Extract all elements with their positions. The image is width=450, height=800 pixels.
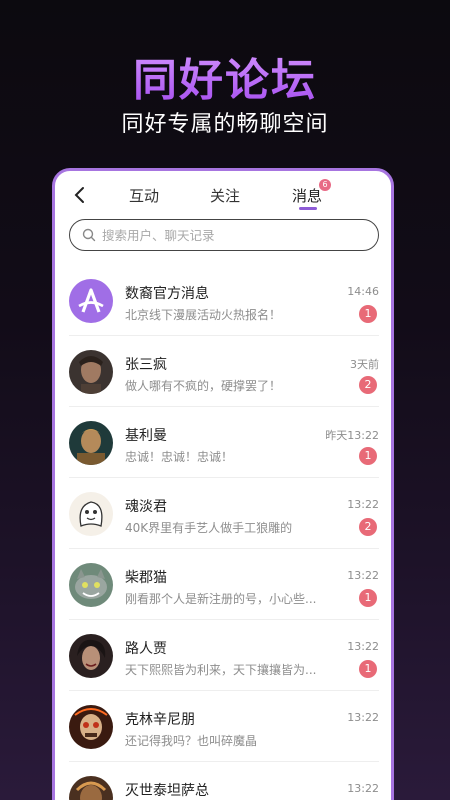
message-row[interactable]: 数裔官方消息 北京线下漫展活动火热报名！ 14:46 1 [69,265,379,336]
contact-name: 路人贾 [125,641,167,657]
unread-badge: 2 [359,518,377,536]
message-time: 3天前 [350,358,379,371]
contact-name: 张三疯 [125,357,167,373]
message-row[interactable]: 柴郡猫 刚看那个人是新注册的号，小心些... 13:22 1 [69,549,379,620]
tab-messages[interactable]: 消息 [292,185,322,206]
message-time: 昨天13:22 [325,429,379,442]
tab-following[interactable]: 关注 [210,185,240,206]
message-preview: 天下熙熙皆为利来，天下攘攘皆为... [125,663,317,677]
message-preview: 做人哪有不疯的，硬撑罢了！ [125,379,282,393]
message-row[interactable]: 魂淡君 40K界里有手艺人做手工狼雕的 13:22 2 [69,478,379,549]
search-input[interactable] [102,227,352,243]
message-time: 14:46 [347,285,379,298]
contact-name: 魂淡君 [125,499,167,515]
tab-bar: 互动 关注 消息 6 [55,171,391,221]
chevron-left-icon [74,187,84,203]
hero-title: 同好论坛 [0,44,450,108]
tab-active-indicator [299,207,317,210]
unread-badge: 1 [359,447,377,465]
contact-name: 克林辛尼朋 [125,712,195,728]
message-row[interactable]: 基利曼 忠诚！忠诚！忠诚！ 昨天13:22 1 [69,407,379,478]
search-icon [82,228,96,242]
message-preview: 还记得我吗？也叫碎魔晶 [125,734,258,748]
unread-badge: 1 [359,660,377,678]
man-portrait-avatar [69,350,113,394]
message-time: 13:22 [347,498,379,511]
message-time: 13:22 [347,640,379,653]
message-row[interactable]: 路人贾 天下熙熙皆为利来，天下攘攘皆为... 13:22 1 [69,620,379,691]
message-preview: 忠诚！忠诚！忠诚！ [125,450,234,464]
app-logo-avatar [69,279,113,323]
titan-portrait-avatar [69,776,113,800]
search-bar[interactable] [69,219,379,251]
contact-name: 基利曼 [125,428,167,444]
contact-name: 灭世泰坦萨总 [125,783,209,799]
contact-name: 柴郡猫 [125,570,167,586]
message-row[interactable]: 张三疯 做人哪有不疯的，硬撑罢了！ 3天前 2 [69,336,379,407]
message-preview: 40K界里有手艺人做手工狼雕的 [125,521,293,535]
messages-badge: 6 [319,179,331,191]
hero-subtitle: 同好专属的畅聊空间 [121,112,329,137]
message-preview: 刚看那个人是新注册的号，小心些... [125,592,317,606]
phone-screen: 互动 关注 消息 6 数裔官方消息 北京线下漫展活动火热报名！ 14:46 1 [52,168,394,800]
warrior-portrait-avatar [69,421,113,465]
message-preview: 北京线下漫展活动火热报名！ [125,308,282,322]
message-time: 13:22 [347,711,379,724]
unread-badge: 1 [359,589,377,607]
unread-badge: 1 [359,305,377,323]
back-button[interactable] [69,184,89,206]
skull-portrait-avatar [69,705,113,749]
contact-name: 数裔官方消息 [125,286,209,302]
message-list: 数裔官方消息 北京线下漫展活动火热报名！ 14:46 1 张三疯 做人哪有不疯的… [55,265,391,800]
message-time: 13:22 [347,782,379,795]
message-time: 13:22 [347,569,379,582]
ghost-cartoon-avatar [69,492,113,536]
dark-portrait-avatar [69,634,113,678]
cat-portrait-avatar [69,563,113,607]
message-row[interactable]: 克林辛尼朋 还记得我吗？也叫碎魔晶 13:22 [69,691,379,762]
tab-interaction[interactable]: 互动 [129,185,159,206]
unread-badge: 2 [359,376,377,394]
message-row[interactable]: 灭世泰坦萨总 13:22 [69,762,379,800]
